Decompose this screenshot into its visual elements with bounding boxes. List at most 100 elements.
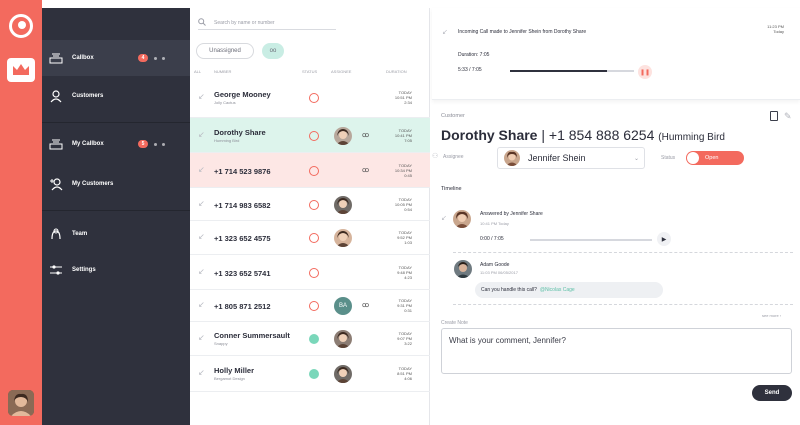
filter-tabs: Unassigned oo bbox=[196, 43, 284, 59]
separator: | bbox=[537, 127, 549, 143]
sidebar-item-callbox[interactable]: Callbox 4 bbox=[42, 40, 190, 76]
customer-name: Dorothy Share bbox=[441, 127, 538, 143]
status-indicator bbox=[309, 301, 319, 311]
mention-link[interactable]: @Nicolas Cage bbox=[540, 287, 575, 293]
play-button[interactable]: ▶ bbox=[657, 232, 671, 246]
status-toggle[interactable]: Open bbox=[686, 151, 744, 165]
voicemail-icon[interactable]: ꝏ bbox=[362, 301, 369, 309]
sidebar-item-settings[interactable]: Settings bbox=[42, 252, 190, 288]
crown-icon[interactable] bbox=[7, 58, 35, 82]
timeline-audio-progress[interactable] bbox=[530, 239, 652, 241]
call-time: TODAY 9:07 PM 3:22 bbox=[382, 331, 412, 346]
app-logo-icon[interactable] bbox=[9, 14, 33, 38]
pause-button[interactable]: ❚❚ bbox=[638, 65, 652, 79]
column-header-all[interactable]: ALL bbox=[194, 69, 201, 74]
column-header-assignee[interactable]: ASSIGNEE bbox=[331, 69, 351, 74]
call-time-line: 4:23 bbox=[404, 275, 412, 280]
sidebar-item-label: Settings bbox=[72, 267, 96, 273]
assignee-icon: ⚇ bbox=[432, 153, 439, 160]
table-row[interactable]: ↙ +1 805 871 2512 BA ꝏ TODAY 9:31 PM 0:31 bbox=[190, 290, 430, 322]
call-direction-icon: ↙ bbox=[198, 92, 205, 101]
note-placeholder: What is your comment, Jennifer? bbox=[449, 336, 566, 345]
sidebar-item-label: My Customers bbox=[72, 181, 114, 187]
call-time-line: 1:03 bbox=[404, 240, 412, 245]
answered-time: 10:41 PM Today bbox=[480, 221, 509, 226]
contact-company: Bergamot Design bbox=[214, 376, 245, 381]
call-time: TODAY 9:31 PM 0:31 bbox=[382, 298, 412, 313]
play-icon: ▶ bbox=[661, 236, 667, 243]
progress-fill bbox=[510, 70, 607, 72]
sidebar-item-label: Team bbox=[72, 231, 88, 237]
status-indicator bbox=[309, 93, 319, 103]
sidebar-item-my-customers[interactable]: My Customers bbox=[42, 166, 190, 202]
call-day-value: Today bbox=[773, 29, 784, 34]
note-label: Create Note bbox=[441, 320, 468, 326]
table-row[interactable]: ↙ +1 714 523 9876 ꝏ TODAY 10:34 PM 0:45 bbox=[190, 153, 430, 188]
user-avatar[interactable] bbox=[8, 390, 34, 416]
tab-voicemail[interactable]: oo bbox=[262, 43, 284, 59]
call-direction-icon: ↙ bbox=[198, 368, 205, 377]
contact-name: +1 805 871 2512 bbox=[214, 302, 271, 311]
table-row[interactable]: ↙ +1 714 983 6582 TODAY 10:05 PM 0:54 bbox=[190, 188, 430, 221]
sidebar-item-team[interactable]: Team bbox=[42, 216, 190, 252]
column-header-number[interactable]: NUMBER bbox=[214, 69, 231, 74]
call-time: TODAY 10:05 PM 0:54 bbox=[382, 197, 412, 212]
sidebar-item-customers[interactable]: Customers bbox=[42, 78, 190, 114]
column-header-duration[interactable]: DURATION bbox=[386, 69, 407, 74]
call-duration: Duration: 7:05 bbox=[458, 52, 490, 58]
call-time: TODAY 10:41 PM 7:05 bbox=[382, 128, 412, 143]
column-header-status[interactable]: STATUS bbox=[302, 69, 317, 74]
call-direction-icon: ↙ bbox=[198, 300, 205, 309]
pause-icon: ❚❚ bbox=[639, 69, 651, 76]
avatar bbox=[334, 196, 352, 214]
table-row[interactable]: ↙ Conner Summersault Snappy TODAY 9:07 PM 3:2… bbox=[190, 322, 430, 356]
call-time: TODAY 10:34 PM 0:45 bbox=[382, 163, 412, 178]
table-row[interactable]: ↙ +1 323 652 4575 TODAY 9:52 PM 1:03 bbox=[190, 221, 430, 255]
contact-company: Snappy bbox=[214, 341, 228, 346]
table-row[interactable]: ↙ +1 323 652 5741 TODAY 9:48 PM 4:23 bbox=[190, 255, 430, 290]
pencil-icon[interactable]: ✎ bbox=[784, 111, 792, 122]
avatar bbox=[504, 150, 520, 166]
timeline-label: Timeline bbox=[441, 186, 462, 192]
table-row[interactable]: ↙ Dorothy Share Humming Bird ꝏ TODAY 10:41 PM… bbox=[190, 118, 430, 153]
status-indicator bbox=[309, 200, 319, 210]
contact-name: +1 714 983 6582 bbox=[214, 201, 271, 210]
divider bbox=[42, 122, 190, 123]
comment-author: Adam Goode bbox=[480, 262, 510, 268]
status-label: Status bbox=[661, 155, 676, 161]
voicemail-icon[interactable]: ꝏ bbox=[362, 166, 369, 174]
tab-unassigned[interactable]: Unassigned bbox=[196, 43, 254, 59]
contact-name: +1 714 523 9876 bbox=[214, 167, 271, 176]
call-audio-progress[interactable] bbox=[510, 70, 634, 72]
table-row[interactable]: ↙ Holly Miller Bergamot Design TODAY 8:51 PM… bbox=[190, 356, 430, 392]
sliders-icon bbox=[48, 262, 64, 278]
search-bar[interactable]: Search by name or number bbox=[198, 16, 336, 30]
search-input[interactable]: Search by name or number bbox=[214, 20, 275, 26]
trash-icon[interactable] bbox=[770, 111, 778, 121]
call-audio-time: 5:33 / 7:05 bbox=[458, 67, 482, 73]
status-indicator bbox=[309, 268, 319, 278]
call-direction-icon: ↙ bbox=[198, 267, 205, 276]
status-value: Open bbox=[705, 155, 719, 161]
contact-company: Humming Bird bbox=[214, 138, 240, 143]
count-badge: 5 bbox=[138, 140, 148, 148]
avatar bbox=[453, 210, 471, 228]
call-direction-icon: ↙ bbox=[198, 333, 205, 342]
status-indicator bbox=[309, 166, 319, 176]
divider bbox=[453, 304, 793, 305]
sidebar-item-my-callbox[interactable]: My Callbox 5 bbox=[42, 126, 190, 162]
send-button[interactable]: Send bbox=[752, 385, 792, 401]
status-indicator bbox=[309, 369, 319, 379]
status-indicator bbox=[309, 334, 319, 344]
table-row[interactable]: ↙ George Mooney Jolly Cactus TODAY 10:51 PM 2… bbox=[190, 78, 430, 118]
voicemail-icon[interactable]: ꝏ bbox=[362, 131, 369, 139]
divider bbox=[453, 252, 793, 253]
note-textarea[interactable] bbox=[441, 328, 792, 374]
call-time-line: 0:45 bbox=[404, 173, 412, 178]
assignee-select[interactable]: Jennifer Shein ⌄ bbox=[497, 147, 645, 169]
inbox-icon bbox=[48, 136, 64, 152]
call-time-line: 4:06 bbox=[404, 376, 412, 381]
contact-name: +1 323 652 4575 bbox=[214, 234, 271, 243]
see-more-link[interactable]: see more › bbox=[762, 313, 781, 318]
call-time-line: 3:22 bbox=[404, 341, 412, 346]
